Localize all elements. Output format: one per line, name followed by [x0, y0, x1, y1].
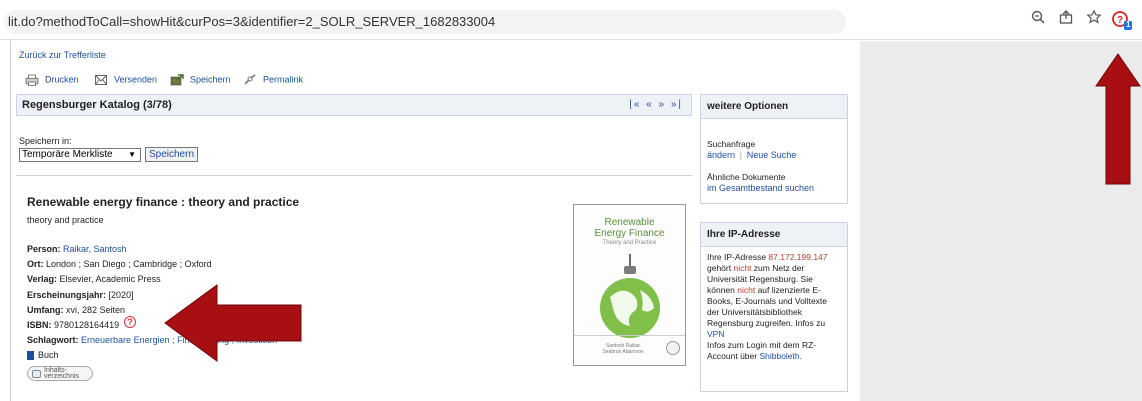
catalog-title: Regensburger Katalog (3/78) [22, 99, 172, 111]
similar-docs-link[interactable]: im Gesamtbestand suchen [707, 183, 841, 194]
publisher-label: Verlag: [27, 274, 58, 284]
cover-subtitle: Theory and Practice [602, 240, 657, 246]
ip-text-6: . [799, 351, 802, 361]
publisher-logo-icon [666, 341, 680, 355]
ip-panel: Ihre IP-Adresse Ihre IP-Adresse 87.172.1… [700, 222, 848, 392]
keyword-label: Schlagwort: [27, 335, 79, 345]
annotation-arrow-left [164, 284, 302, 362]
extension-badge: 1 [1126, 20, 1131, 29]
printer-icon [25, 74, 39, 86]
cover-title-1: Renewable [604, 217, 655, 228]
new-search-link[interactable]: Neue Suche [747, 150, 797, 160]
book-icon [27, 351, 34, 361]
help-question-icon[interactable]: ? [124, 316, 136, 328]
share-icon[interactable] [1055, 9, 1077, 31]
ip-address: 87.172.199.147 [768, 252, 828, 262]
person-label: Person: [27, 244, 61, 254]
options-title: weitere Optionen [701, 95, 847, 119]
not-marker-1: nicht [733, 263, 752, 273]
save-icon [170, 74, 184, 86]
link-icon [243, 74, 257, 86]
extension-help-icon[interactable]: ? 1 [1111, 9, 1133, 31]
media-type-label: Buch [38, 350, 59, 360]
search-actions: ändern | Neue Suche [707, 150, 797, 160]
save-button[interactable]: Speichern [145, 147, 198, 162]
year-label: Erscheinungsjahr: [27, 290, 107, 300]
search-query-label: Suchanfrage [707, 139, 756, 149]
save-in-label: Speichern in: [19, 136, 72, 146]
ip-message: Ihre IP-Adresse 87.172.199.147 gehört ni… [701, 247, 847, 367]
save-target-select[interactable]: Temporäre Merkliste ▼ [19, 148, 141, 162]
isbn-label: ISBN: [27, 320, 52, 330]
ip-text: Ihre IP-Adresse [707, 252, 769, 262]
print-button[interactable]: Drucken [25, 74, 79, 86]
address-bar[interactable]: lit.do?methodToCall=showHit&curPos=3&ide… [4, 10, 846, 34]
field-year: Erscheinungsjahr: [2020] [27, 290, 134, 300]
ip-text-2: gehört [707, 263, 734, 273]
bookmark-star-icon[interactable] [1083, 9, 1105, 31]
place-value: London ; San Diego ; Cambridge ; Oxford [46, 259, 212, 269]
similar-docs-label: Ähnliche Dokumente [707, 172, 786, 182]
field-publisher: Verlag: Elsevier, Academic Press [27, 274, 161, 284]
save-toolbar-button[interactable]: Speichern [170, 74, 231, 86]
shibboleth-link[interactable]: Shibboleth [759, 351, 799, 361]
change-search-link[interactable]: ändern [707, 150, 735, 160]
person-link[interactable]: Raikar, Santosh [63, 244, 127, 254]
ip-title: Ihre IP-Adresse [701, 223, 847, 247]
toc-icon [32, 370, 41, 378]
envelope-icon [94, 74, 108, 86]
place-label: Ort: [27, 259, 44, 269]
permalink-label: Permalink [263, 74, 304, 85]
record-subtitle: theory and practice [27, 215, 104, 225]
field-extent: Umfang: xvi, 282 Seiten [27, 305, 125, 315]
field-isbn: ISBN: 9780128164419 [27, 320, 119, 330]
result-pagination[interactable]: |« « » »| [629, 99, 683, 110]
year-value: [2020] [108, 290, 134, 300]
chevron-down-icon: ▼ [128, 150, 136, 159]
annotation-arrow-up [1095, 53, 1141, 185]
divider [16, 175, 692, 176]
back-to-results-link[interactable]: Zurück zur Trefferliste [19, 50, 106, 60]
not-marker-2: nicht [737, 285, 756, 295]
extent-label: Umfang: [27, 305, 64, 315]
field-place: Ort: London ; San Diego ; Cambridge ; Ox… [27, 259, 212, 269]
zoom-icon[interactable] [1027, 9, 1049, 31]
cover-authors: Santosh Raikar Seabron Adamson [602, 343, 644, 355]
cover-title-2: Energy Finance [594, 228, 665, 239]
cover-footer-bar [574, 335, 685, 336]
vpn-link[interactable]: VPN [707, 329, 724, 339]
toc-label: Inhalts-verzeichnis [44, 367, 80, 380]
send-button[interactable]: Versenden [94, 74, 157, 86]
permalink-button[interactable]: Permalink [243, 74, 303, 86]
field-person: Person: Raikar, Santosh [27, 244, 127, 254]
media-type: Buch [27, 350, 59, 361]
extent-value: xvi, 282 Seiten [66, 305, 126, 315]
send-label: Versenden [114, 74, 158, 85]
publisher-value: Elsevier, Academic Press [59, 274, 161, 284]
options-panel: weitere Optionen Suchanfrage ändern | Ne… [700, 94, 848, 204]
table-of-contents-button[interactable]: Inhalts-verzeichnis [27, 366, 93, 381]
isbn-value: 9780128164419 [54, 320, 120, 330]
globe-icon [600, 254, 660, 338]
print-label: Drucken [45, 74, 79, 85]
browser-toolbar: lit.do?methodToCall=showHit&curPos=3&ide… [0, 0, 1142, 40]
svg-text:?: ? [1117, 15, 1123, 26]
book-cover[interactable]: Renewable Energy Finance Theory and Prac… [573, 204, 686, 366]
record-title: Renewable energy finance : theory and pr… [27, 195, 300, 209]
page-left-border [10, 41, 11, 401]
catalog-header: Regensburger Katalog (3/78) |« « » »| [16, 94, 692, 116]
save-toolbar-label: Speichern [190, 74, 231, 85]
save-target-value: Temporäre Merkliste [22, 149, 113, 160]
